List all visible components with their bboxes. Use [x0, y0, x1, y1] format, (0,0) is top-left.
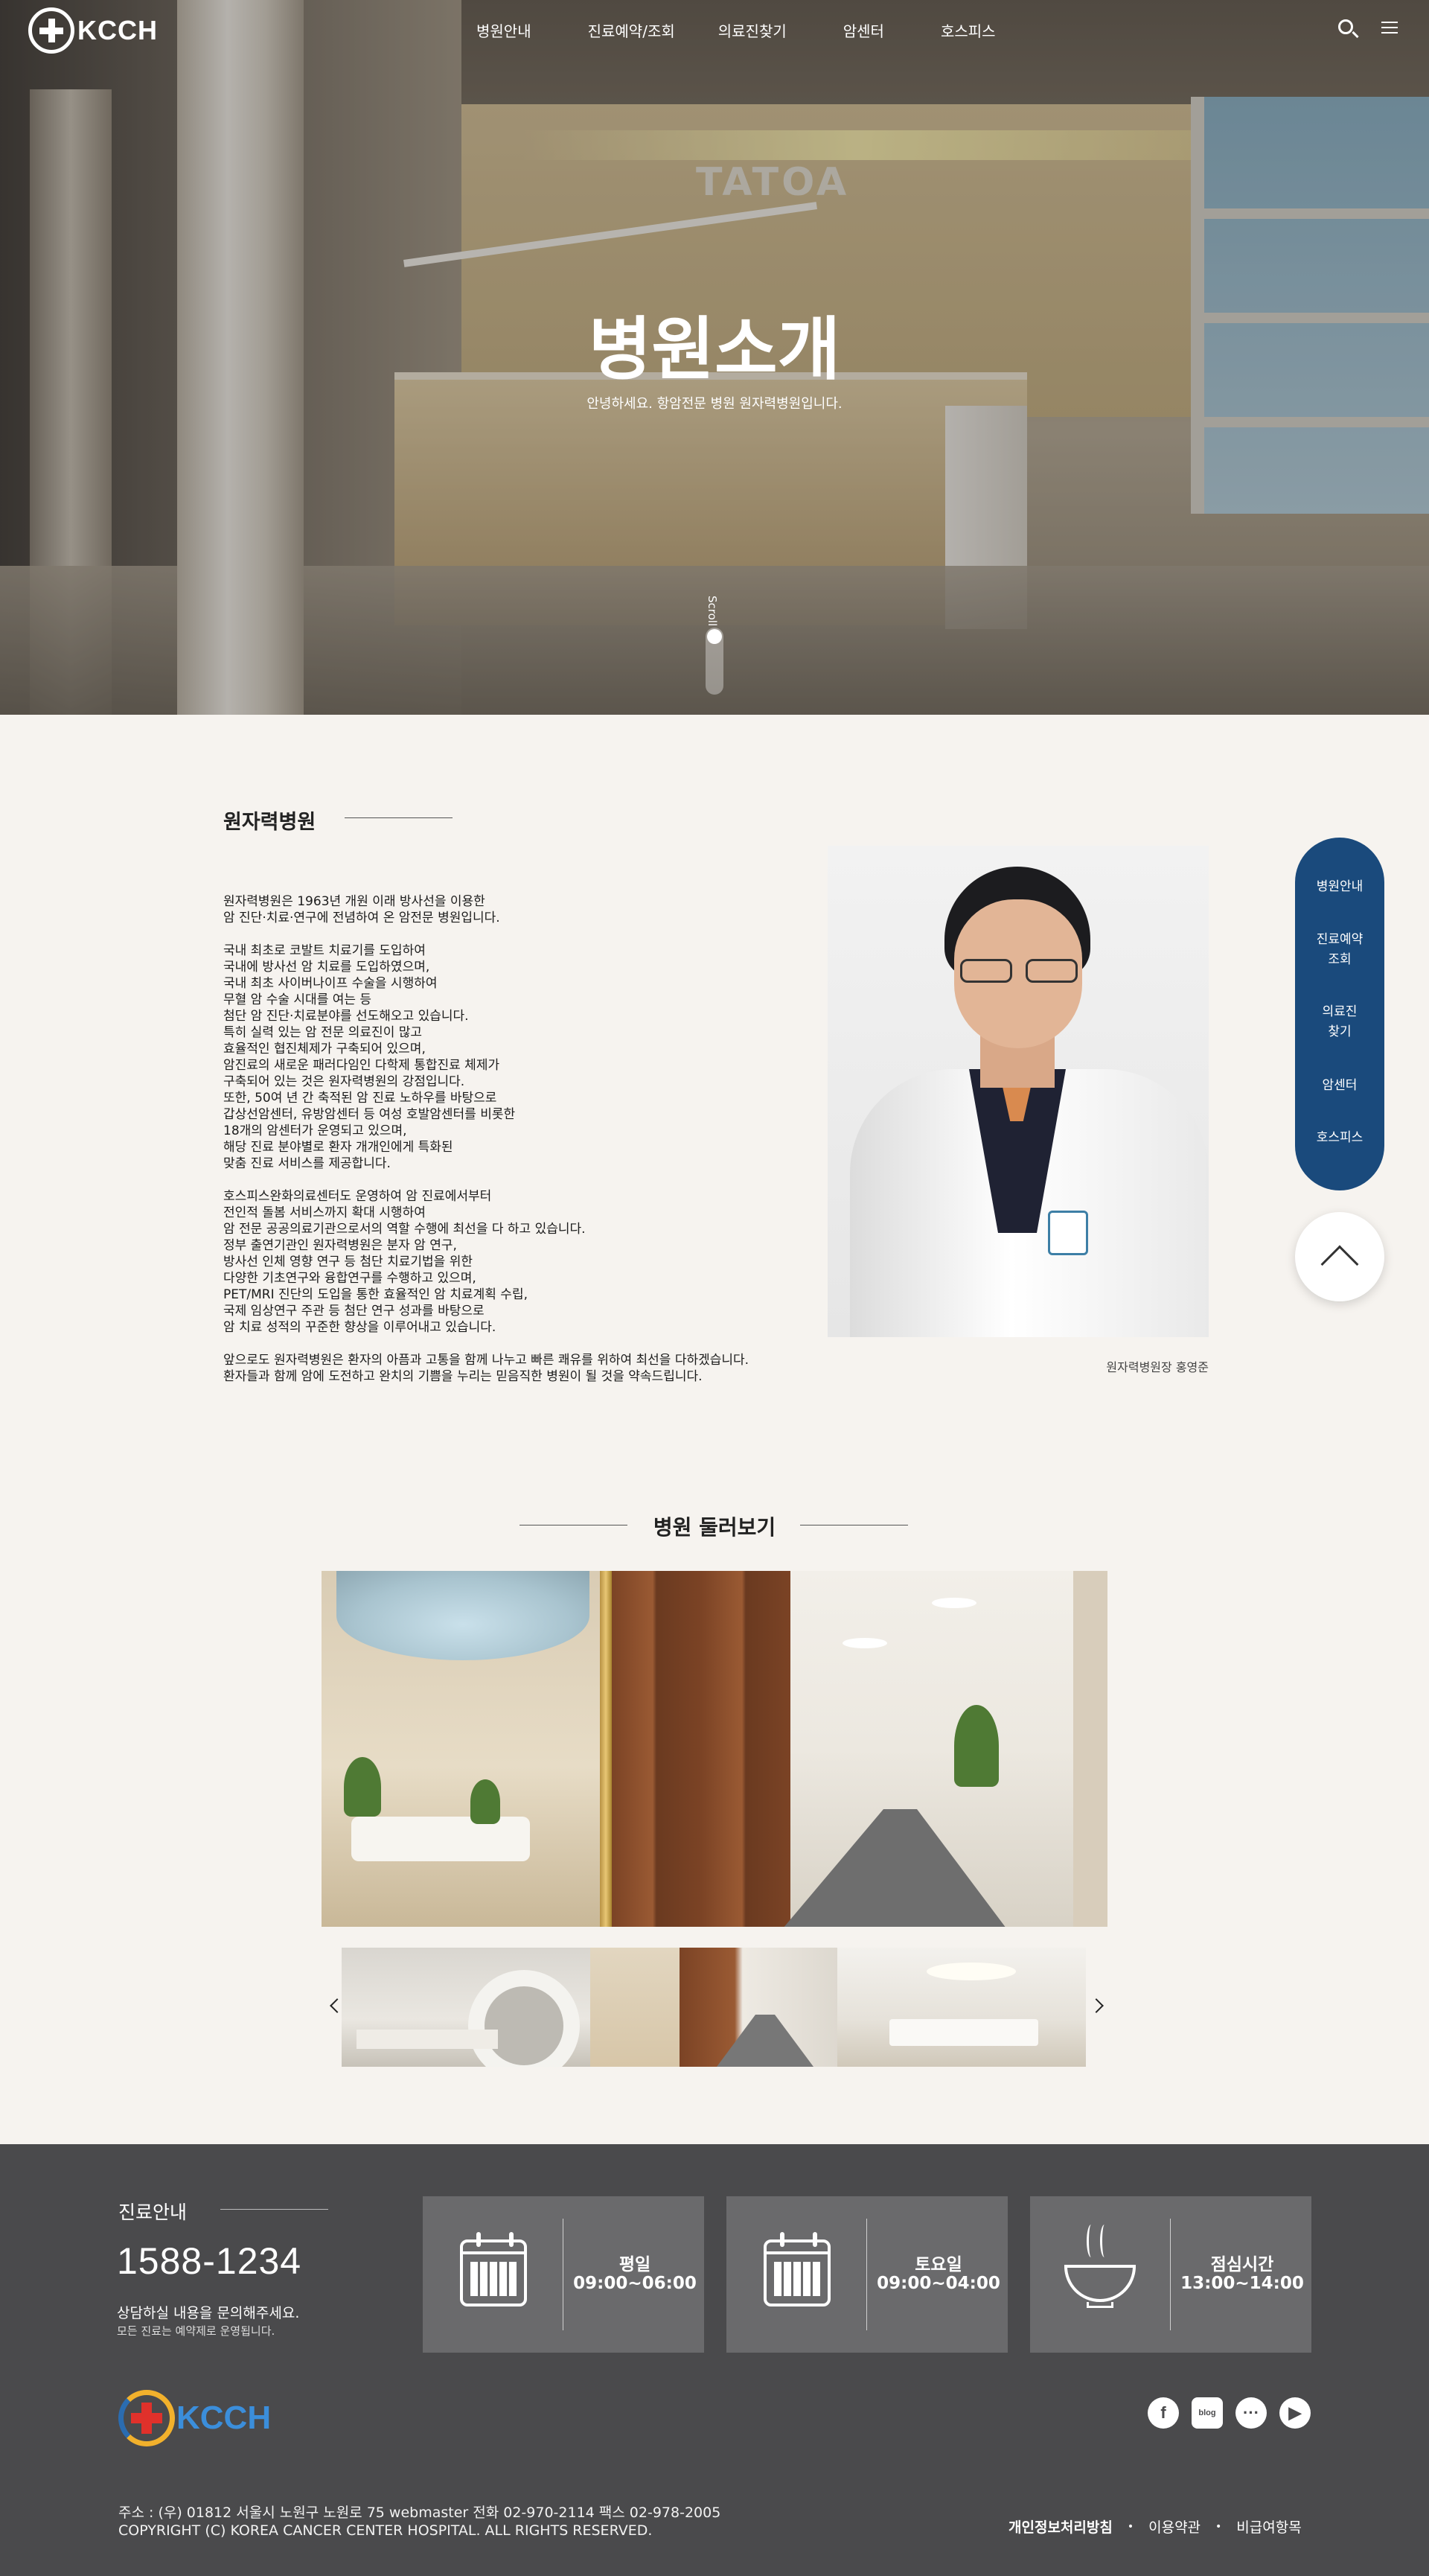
quick-nav-reservation[interactable]: 진료예약 조회: [1295, 930, 1384, 970]
hours-box-lunch: 점심시간 13:00~14:00: [1030, 2196, 1311, 2353]
intro-paragraph: 앞으로도 원자력병원은 환자의 아픔과 고통을 함께 나누고 빠른 쾌유를 위하…: [223, 1353, 749, 1384]
footer-ask: 상담하실 내용을 문의해주세요.: [117, 2305, 300, 2321]
scroll-label: Scroll: [706, 596, 719, 627]
page-subtitle: 안녕하세요. 항암전문 병원 원자력병원입니다.: [586, 396, 843, 412]
logo-cross-icon: [28, 7, 74, 54]
footer-copyright: COPYRIGHT (C) KOREA CANCER CENTER HOSPIT…: [118, 2522, 653, 2539]
footer-note: 모든 진료는 예약제로 운영됩니다.: [117, 2324, 275, 2338]
page-title: 병원소개: [588, 310, 841, 389]
portrait-caption: 원자력병원장 홍영준: [1106, 1360, 1209, 1374]
quick-nav-hospice[interactable]: 호스피스: [1295, 1128, 1384, 1148]
hours-time: 13:00~14:00: [1180, 2274, 1304, 2293]
chevron-up-icon: [1320, 1245, 1359, 1284]
intro-paragraph: 국내 최초로 코발트 치료기를 도입하여 국내에 방사선 암 치료를 도입하였으…: [223, 943, 516, 1171]
hamburger-menu-icon[interactable]: [1381, 22, 1398, 35]
footer-phone[interactable]: 1588-1234: [117, 2239, 301, 2283]
hours-time: 09:00~06:00: [573, 2274, 697, 2293]
nav-hospice[interactable]: 호스피스: [941, 19, 996, 41]
talk-icon[interactable]: ···: [1235, 2397, 1267, 2429]
logo-cross-icon: [118, 2390, 175, 2446]
calendar-icon: [460, 2232, 527, 2306]
gallery-next-arrow-icon[interactable]: [1089, 1998, 1104, 2013]
footer: 진료안내 1588-1234 상담하실 내용을 문의해주세요. 모든 진료는 예…: [0, 2144, 1429, 2576]
terms-link[interactable]: 이용약관: [1148, 2516, 1201, 2537]
youtube-icon[interactable]: ▶: [1279, 2397, 1311, 2429]
nav-reservation[interactable]: 진료예약/조회: [588, 19, 675, 41]
footer-logo-text: KCCH: [176, 2400, 272, 2436]
privacy-policy-link[interactable]: 개인정보처리방침: [1008, 2516, 1113, 2537]
hours-title: 토요일: [915, 2255, 962, 2274]
intro-heading: 원자력병원: [223, 811, 316, 834]
gallery-thumbnail[interactable]: [590, 1948, 680, 2067]
site-logo[interactable]: KCCH: [28, 7, 158, 54]
quick-nav-cancer-center[interactable]: 암센터: [1295, 1076, 1384, 1096]
scroll-to-top-button[interactable]: [1295, 1212, 1384, 1301]
director-portrait: [828, 846, 1209, 1337]
quick-nav-hospital-info[interactable]: 병원안내: [1295, 877, 1384, 897]
intro-body: 원자력병원은 1963년 개원 이래 방사선을 이용한 암 진단·치료·연구에 …: [223, 893, 789, 1401]
quick-nav-find-doctor[interactable]: 의료진 찾기: [1295, 1002, 1384, 1042]
logo-text: KCCH: [77, 15, 158, 45]
main-nav: 병원안내 진료예약/조회 의료진찾기 암센터 호스피스: [476, 19, 1052, 41]
gallery-title: 병원 둘러보기: [653, 1515, 776, 1540]
nav-hospital-info[interactable]: 병원안내: [476, 19, 531, 41]
scroll-indicator[interactable]: [706, 628, 723, 695]
hours-box-weekday: 평일 09:00~06:00: [423, 2196, 704, 2353]
search-icon[interactable]: [1337, 18, 1359, 40]
hours-title: 점심시간: [1210, 2255, 1274, 2274]
gallery-thumbnail[interactable]: [342, 1948, 590, 2067]
nav-find-doctor[interactable]: 의료진찾기: [718, 19, 787, 41]
footer-address: 주소 : (우) 01812 서울시 노원구 노원로 75 webmaster …: [118, 2505, 721, 2521]
blog-icon[interactable]: blog: [1192, 2397, 1223, 2429]
gallery-thumbnail[interactable]: [680, 1948, 837, 2067]
facebook-icon[interactable]: f: [1148, 2397, 1179, 2429]
footer-label: 진료안내: [118, 2202, 188, 2223]
hours-time: 09:00~04:00: [877, 2274, 1000, 2293]
top-header: KCCH 병원안내 진료예약/조회 의료진찾기 암센터 호스피스: [0, 0, 1429, 60]
quick-nav: 병원안내 진료예약 조회 의료진 찾기 암센터 호스피스: [1295, 838, 1384, 1190]
calendar-icon: [764, 2232, 831, 2306]
non-covered-items-link[interactable]: 비급여항목: [1236, 2516, 1301, 2537]
intro-paragraph: 호스피스완화의료센터도 운영하여 암 진료에서부터 전인적 돌봄 서비스까지 확…: [223, 1189, 586, 1335]
footer-logo[interactable]: KCCH: [118, 2390, 271, 2446]
hours-box-saturday: 토요일 09:00~04:00: [726, 2196, 1008, 2353]
hours-title: 평일: [618, 2255, 651, 2274]
nav-cancer-center[interactable]: 암센터: [843, 19, 884, 41]
gallery-thumbnails: [342, 1948, 1086, 2067]
scroll-dot-icon: [707, 629, 722, 644]
gallery-thumbnail[interactable]: [837, 1948, 1086, 2067]
heading-divider: [345, 817, 453, 818]
gallery-main-image: [322, 1571, 1107, 1927]
footer-links: 개인정보처리방침 • 이용약관 • 비급여항목: [1008, 2516, 1302, 2537]
intro-paragraph: 원자력병원은 1963년 개원 이래 방사선을 이용한 암 진단·치료·연구에 …: [223, 894, 500, 925]
